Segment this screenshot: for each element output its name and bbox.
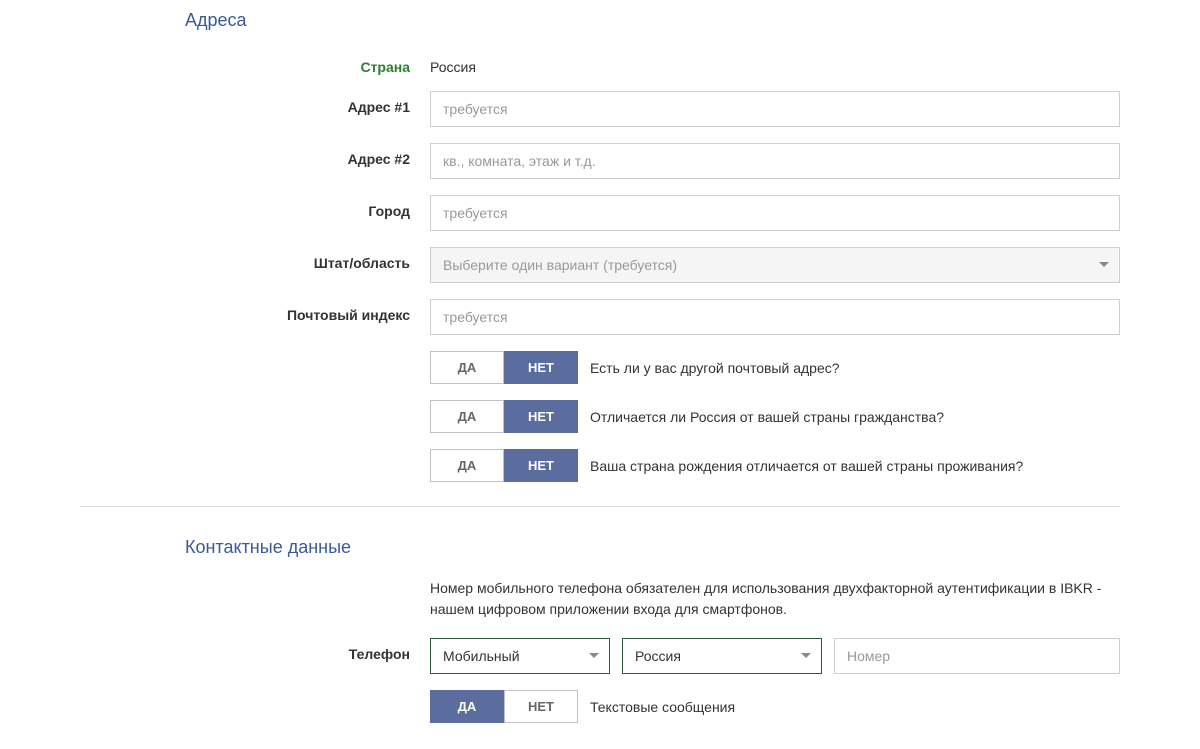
sms-toggle: ДА НЕТ xyxy=(430,690,578,723)
city-input[interactable] xyxy=(430,195,1120,231)
address1-input[interactable] xyxy=(430,91,1120,127)
birth-no-button[interactable]: НЕТ xyxy=(504,449,578,482)
mailing-question-text: Есть ли у вас другой почтовый адрес? xyxy=(590,360,840,376)
citizenship-question-text: Отличается ли Россия от вашей страны гра… xyxy=(590,409,944,425)
birth-yes-button[interactable]: ДА xyxy=(430,449,504,482)
phone-type-select[interactable]: Мобильный xyxy=(430,638,610,674)
section-divider xyxy=(80,506,1120,507)
phone-label: Телефон xyxy=(80,638,430,662)
country-value: Россия xyxy=(430,51,1120,75)
contact-note: Номер мобильного телефона обязателен для… xyxy=(430,578,1120,620)
sms-yes-button[interactable]: ДА xyxy=(430,690,504,723)
state-select[interactable]: Выберите один вариант (требуется) xyxy=(430,247,1120,283)
birth-country-toggle: ДА НЕТ xyxy=(430,449,578,482)
citizenship-toggle: ДА НЕТ xyxy=(430,400,578,433)
country-label: Страна xyxy=(80,51,430,75)
citizenship-yes-button[interactable]: ДА xyxy=(430,400,504,433)
city-label: Город xyxy=(80,195,430,219)
mailing-yes-button[interactable]: ДА xyxy=(430,351,504,384)
contact-section-title: Контактные данные xyxy=(80,537,1120,558)
state-label: Штат/область xyxy=(80,247,430,271)
postal-label: Почтовый индекс xyxy=(80,299,430,323)
phone-country-select[interactable]: Россия xyxy=(622,638,822,674)
sms-label-text: Текстовые сообщения xyxy=(590,699,735,715)
postal-input[interactable] xyxy=(430,299,1120,335)
birth-question-text: Ваша страна рождения отличается от вашей… xyxy=(590,458,1023,474)
address-section-title: Адреса xyxy=(80,10,1120,31)
citizenship-no-button[interactable]: НЕТ xyxy=(504,400,578,433)
sms-no-button[interactable]: НЕТ xyxy=(504,690,578,723)
address2-input[interactable] xyxy=(430,143,1120,179)
phone-number-input[interactable] xyxy=(834,638,1120,674)
address1-label: Адрес #1 xyxy=(80,91,430,115)
mailing-address-toggle: ДА НЕТ xyxy=(430,351,578,384)
mailing-no-button[interactable]: НЕТ xyxy=(504,351,578,384)
address2-label: Адрес #2 xyxy=(80,143,430,167)
